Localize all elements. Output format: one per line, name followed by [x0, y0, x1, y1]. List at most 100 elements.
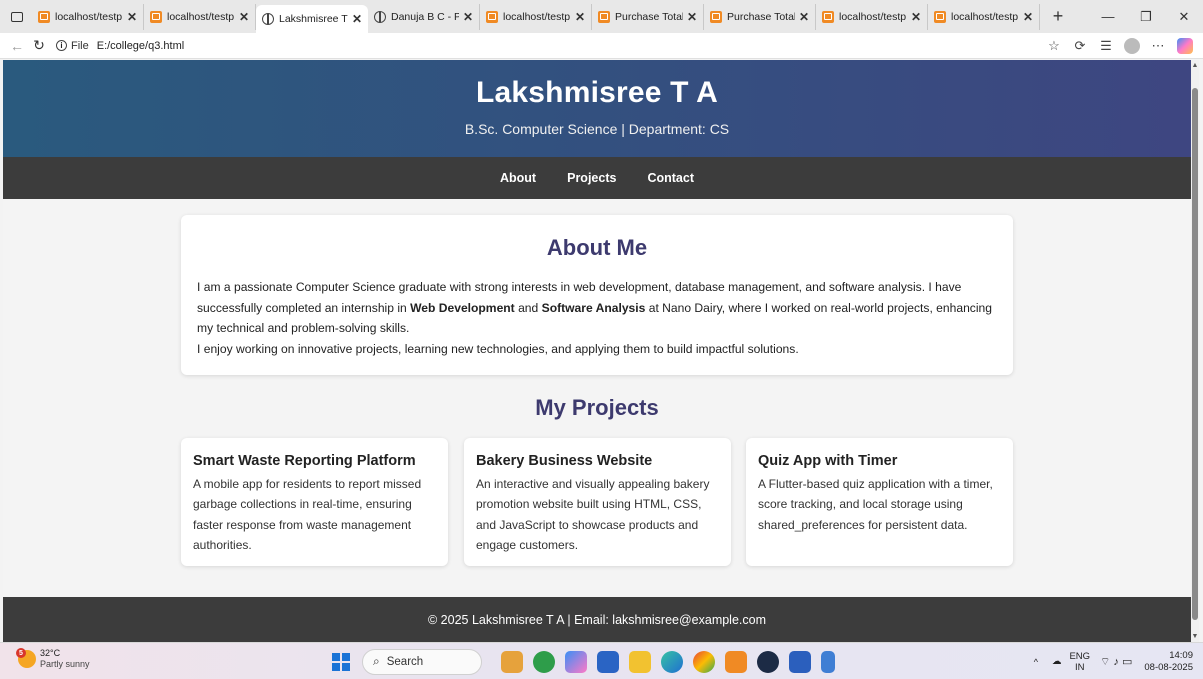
site-header: Lakshmisree T A B.Sc. Computer Science |… — [3, 60, 1191, 157]
weather-sun-icon: 5 — [16, 648, 36, 668]
project-title: Quiz App with Timer — [758, 453, 898, 469]
xampp-icon — [150, 10, 162, 23]
url-scheme-label: File — [71, 39, 89, 52]
tab-close-icon[interactable]: ✕ — [352, 12, 362, 26]
about-paragraph-2: I enjoy working on innovative projects, … — [197, 341, 799, 356]
browser-tab[interactable]: Danuja B C - P ✕ — [368, 3, 480, 30]
address-bar: ← ↻ i File E:/college/q3.html ☆ ⟳ ☰ ⋯ — [0, 33, 1203, 59]
browser-tab[interactable]: localhost/testp ✕ — [144, 3, 256, 30]
url-text[interactable]: E:/college/q3.html — [97, 40, 184, 52]
file-explorer-icon[interactable] — [629, 650, 651, 673]
taskbar-search[interactable]: ⌕ Search — [362, 648, 482, 675]
project-title: Bakery Business Website — [476, 453, 653, 469]
about-text: and — [514, 300, 542, 315]
show-hidden-icons-icon[interactable]: ^ — [1034, 657, 1038, 667]
project-description: A Flutter-based quiz application with a … — [758, 477, 993, 532]
tab-close-icon[interactable]: ✕ — [127, 10, 137, 24]
tab-close-icon[interactable]: ✕ — [463, 10, 473, 24]
xampp-icon — [598, 10, 610, 23]
site-subtitle: B.Sc. Computer Science | Department: CS — [464, 121, 730, 137]
project-description: A mobile app for residents to report mis… — [193, 477, 422, 552]
app-circle-icon[interactable] — [757, 650, 779, 673]
project-title: Smart Waste Reporting Platform — [193, 453, 416, 469]
window-controls: — ❐ ✕ — [1089, 0, 1203, 33]
restore-icon[interactable]: ❐ — [1127, 0, 1165, 33]
search-icon: ⌕ — [373, 654, 380, 668]
about-highlight-web-dev: Web Development — [410, 300, 515, 315]
store-icon[interactable] — [597, 650, 619, 673]
tab-close-icon[interactable]: ✕ — [239, 10, 249, 24]
chrome-profile-icon[interactable] — [693, 650, 715, 673]
globe-icon — [374, 10, 386, 23]
projects-heading: My Projects — [535, 395, 659, 420]
copilot-app-icon[interactable] — [565, 650, 587, 673]
tab-close-icon[interactable]: ✕ — [1023, 10, 1033, 24]
cloud-icon[interactable]: ☁ — [1052, 656, 1062, 667]
about-paragraph: I am a passionate Computer Science gradu… — [197, 277, 997, 339]
project-card: Smart Waste Reporting Platform A mobile … — [181, 438, 448, 566]
xampp-app-icon[interactable] — [725, 650, 747, 673]
extensions-icon[interactable]: ⟳ — [1067, 38, 1093, 54]
weather-widget[interactable]: 5 32°C Partly sunny — [16, 648, 90, 670]
tab-close-icon[interactable]: ✕ — [575, 10, 585, 24]
project-description: An interactive and visually appealing ba… — [476, 477, 710, 552]
scroll-up-icon[interactable]: ▲ — [1191, 62, 1199, 69]
edge-icon[interactable] — [661, 650, 683, 673]
close-window-icon[interactable]: ✕ — [1165, 0, 1203, 33]
tab-actions-icon — [11, 11, 23, 22]
about-highlight-software-analysis: Software Analysis — [541, 300, 646, 315]
browser-tab[interactable]: localhost/testp ✕ — [32, 3, 144, 30]
xampp-icon — [38, 10, 50, 23]
favorite-star-icon[interactable]: ☆ — [1041, 38, 1067, 54]
minimize-icon[interactable]: — — [1089, 0, 1127, 33]
nav-link-projects[interactable]: Projects — [567, 171, 616, 185]
browser-tab[interactable]: localhost/testp ✕ — [928, 3, 1040, 30]
reload-icon[interactable]: ↻ — [28, 37, 50, 54]
more-menu-icon[interactable]: ⋯ — [1145, 38, 1171, 54]
tab-strip: localhost/testp ✕ localhost/testp ✕ Lakshm… — [0, 0, 1203, 33]
about-section: About Me I am a passionate Computer Scie… — [181, 215, 1013, 375]
toolbar-icons: ☆ ⟳ ☰ ⋯ — [1041, 33, 1193, 59]
weather-temp: 32°C — [40, 648, 61, 658]
language-indicator[interactable]: ENG IN — [1069, 651, 1090, 673]
tab-close-icon[interactable]: ✕ — [911, 10, 921, 24]
cat-widget-icon[interactable] — [501, 650, 523, 673]
taskbar: 5 32°C Partly sunny ⌕ Search ^ ☁ ENG IN … — [0, 642, 1203, 679]
xampp-icon — [822, 10, 834, 23]
site-title: Lakshmisree T A — [476, 76, 718, 109]
xampp-icon — [710, 10, 722, 23]
back-arrow-icon[interactable]: ← — [6, 38, 28, 54]
windows-start-icon[interactable] — [332, 652, 350, 671]
taskbar-apps: ⌕ Search — [332, 648, 840, 675]
scrollbar-thumb[interactable] — [1192, 88, 1198, 620]
clock[interactable]: 14:09 08-08-2025 — [1144, 650, 1193, 674]
clock-date: 08-08-2025 — [1144, 661, 1193, 673]
url-field[interactable]: i File E:/college/q3.html — [56, 40, 184, 52]
system-tray: ^ ☁ ENG IN ⌔ ♪ ▭ 14:09 08-08-2025 — [1034, 646, 1193, 677]
tab-close-icon[interactable]: ✕ — [687, 10, 697, 24]
globe-icon — [262, 12, 274, 25]
scroll-down-icon[interactable]: ▼ — [1191, 633, 1199, 640]
chrome-icon[interactable] — [533, 650, 555, 673]
new-tab-button[interactable]: + — [1048, 6, 1068, 27]
page-scrollbar[interactable]: ▲ ▼ — [1191, 60, 1199, 642]
info-icon[interactable]: i — [56, 40, 67, 51]
weather-badge: 5 — [16, 648, 26, 658]
copilot-icon[interactable] — [1177, 38, 1193, 54]
browser-tab[interactable]: Purchase Total ✕ — [592, 3, 704, 30]
word-icon[interactable] — [789, 650, 811, 673]
browser-tab[interactable]: Purchase Total ✕ — [704, 3, 816, 30]
profile-avatar-icon[interactable] — [1124, 38, 1140, 54]
favorites-list-icon[interactable]: ☰ — [1093, 38, 1119, 54]
workspaces-button[interactable] — [6, 6, 28, 28]
wifi-volume-battery-icon[interactable]: ⌔ ♪ ▭ — [1100, 655, 1132, 669]
clock-time: 14:09 — [1169, 649, 1193, 661]
notepad-icon[interactable] — [821, 650, 835, 673]
tab-close-icon[interactable]: ✕ — [799, 10, 809, 24]
project-card: Quiz App with Timer A Flutter-based quiz… — [746, 438, 1013, 566]
nav-link-about[interactable]: About — [500, 171, 536, 185]
browser-tab-active[interactable]: Lakshmisree T ✕ — [256, 4, 368, 33]
browser-tab[interactable]: localhost/testp ✕ — [480, 3, 592, 30]
browser-tab[interactable]: localhost/testp ✕ — [816, 3, 928, 30]
nav-link-contact[interactable]: Contact — [647, 171, 694, 185]
